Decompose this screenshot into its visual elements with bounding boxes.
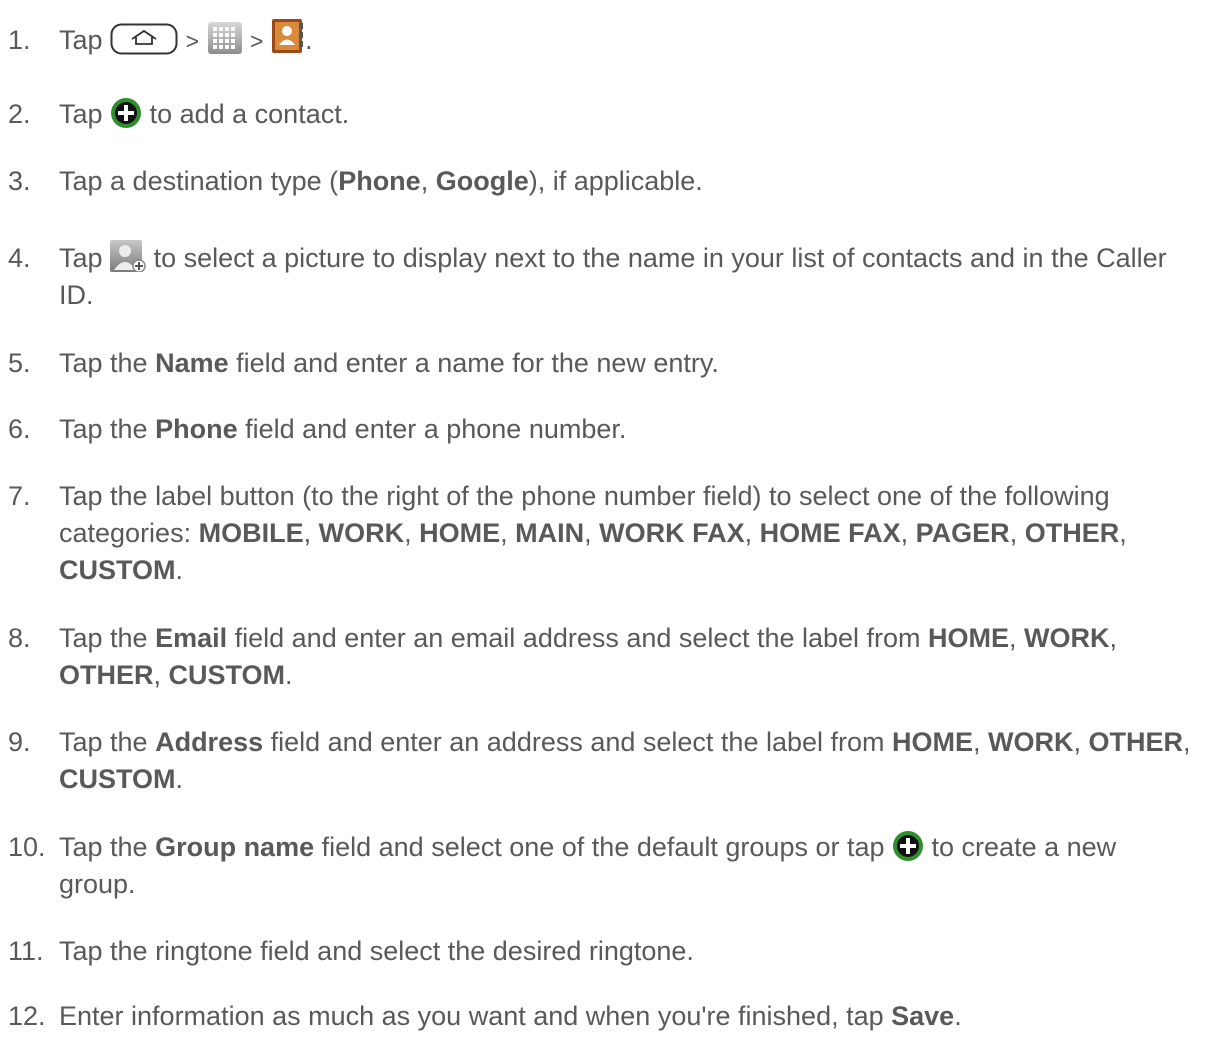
step-2: 2. Tap to add a contact.	[8, 96, 1200, 133]
step-number: 9.	[8, 727, 31, 757]
step-term: Save	[891, 1001, 955, 1031]
step-text: Tap the	[59, 414, 156, 444]
step-term: Phone	[338, 166, 421, 196]
step-number: 7.	[8, 481, 31, 511]
step-11: 11. Tap the ringtone field and select the…	[8, 933, 1200, 970]
step-number: 11.	[8, 936, 44, 966]
contact-photo-icon	[110, 239, 146, 272]
label-option: MAIN	[515, 518, 585, 548]
step-text: Enter information as much as you want an…	[59, 1001, 892, 1031]
label-option: WORK	[1024, 623, 1110, 653]
label-option: HOME	[419, 518, 501, 548]
step-text: to select a picture to display next to t…	[59, 243, 1167, 310]
label-option: WORK	[988, 727, 1074, 757]
step-text: Tap the	[59, 832, 156, 862]
step-text: Tap	[59, 99, 103, 129]
label-option: HOME	[892, 727, 974, 757]
step-number: 10.	[8, 832, 46, 862]
step-number: 12.	[8, 1001, 46, 1031]
step-number: 8.	[8, 623, 31, 653]
step-number: 4.	[8, 243, 31, 273]
step-text: field and enter an email address and sel…	[227, 623, 929, 653]
step-text: .	[305, 25, 313, 55]
step-text: Tap a destination type (	[59, 166, 339, 196]
step-number: 1.	[8, 25, 31, 55]
step-9: 9. Tap the Address field and enter an ad…	[8, 724, 1200, 798]
label-option: CUSTOM	[59, 555, 176, 585]
step-number: 6.	[8, 414, 31, 444]
step-number: 2.	[8, 99, 31, 129]
step-text: field and select one of the default grou…	[314, 832, 885, 862]
step-1: 1. Tap > > .	[8, 18, 1200, 60]
step-text: Tap the	[59, 348, 156, 378]
step-text: .	[954, 1001, 962, 1031]
label-option: HOME FAX	[759, 518, 901, 548]
label-option: WORK	[318, 518, 405, 548]
step-number: 3.	[8, 166, 31, 196]
step-text: field and enter a name for the new entry…	[228, 348, 719, 378]
label-option: OTHER	[59, 660, 154, 690]
step-term: Address	[155, 727, 264, 757]
step-text: field and enter a phone number.	[237, 414, 627, 444]
home-key-icon	[110, 23, 178, 55]
label-option: CUSTOM	[168, 660, 286, 690]
step-8: 8. Tap the Email field and enter an emai…	[8, 620, 1200, 694]
step-term: Google	[435, 166, 529, 196]
step-text: ,	[420, 166, 436, 196]
step-text: to add a contact.	[149, 99, 350, 129]
separator: >	[185, 28, 200, 54]
label-option: MOBILE	[198, 518, 304, 548]
step-5: 5. Tap the Name field and enter a name fo…	[8, 345, 1200, 382]
step-7: 7. Tap the label button (to the right of…	[8, 478, 1200, 589]
step-text: ), if applicable.	[528, 166, 703, 196]
label-option: WORK FAX	[599, 518, 745, 548]
contacts-app-icon	[271, 18, 305, 54]
step-6: 6. Tap the Phone field and enter a phone …	[8, 411, 1200, 448]
label-option: CUSTOM	[59, 764, 176, 794]
label-option: OTHER	[1024, 518, 1120, 548]
step-term: Phone	[155, 414, 238, 444]
label-option: OTHER	[1088, 727, 1184, 757]
label-option: PAGER	[915, 518, 1010, 548]
label-option: HOME	[928, 623, 1010, 653]
step-term: Name	[155, 348, 229, 378]
step-text: Tap	[59, 243, 103, 273]
add-circle-icon	[110, 97, 142, 129]
step-term: Group name	[155, 832, 315, 862]
step-10: 10. Tap the Group name field and select …	[8, 829, 1200, 903]
step-text: Tap the	[59, 727, 156, 757]
apps-grid-icon	[207, 21, 243, 55]
step-text: Tap the	[59, 623, 156, 653]
step-12: 12. Enter information as much as you want…	[8, 998, 1200, 1035]
step-text: Tap	[59, 25, 103, 55]
separator: >	[250, 28, 264, 54]
step-number: 5.	[8, 348, 31, 378]
step-term: Email	[155, 623, 228, 653]
step-text: Tap the ringtone field and select the de…	[59, 936, 694, 966]
step-3: 3. Tap a destination type (Phone, Google)…	[8, 163, 1200, 200]
step-text: field and enter an address and select th…	[263, 727, 893, 757]
add-circle-icon	[892, 830, 924, 862]
step-4: 4. Tap to select a picture to display ne…	[8, 239, 1200, 314]
